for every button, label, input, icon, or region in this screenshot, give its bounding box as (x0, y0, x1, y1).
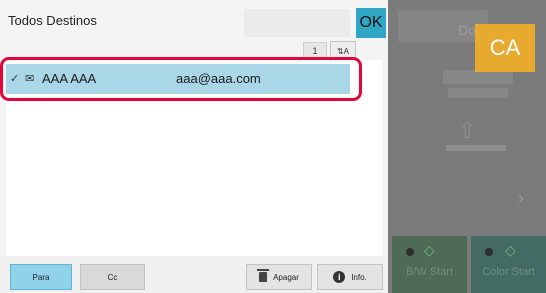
dialog-title: Todos Destinos (8, 13, 97, 28)
ghost-block (448, 88, 508, 98)
led-icon (485, 248, 493, 256)
ok-button[interactable]: OK (356, 8, 386, 38)
arrow-up-icon: ⇧ (458, 118, 477, 143)
ghost-label: Do (458, 22, 476, 38)
color-start-button[interactable]: ◇ Color Start (471, 236, 546, 293)
bw-start-label: B/W Start (405, 266, 454, 278)
delete-button[interactable]: Apagar (246, 264, 312, 290)
start-diamond-icon: ◇ (424, 242, 435, 258)
trash-icon (257, 269, 270, 282)
info-button[interactable]: i Info. (317, 264, 383, 290)
apagar-label: Apagar (273, 272, 299, 282)
para-label: Para (32, 272, 50, 282)
bw-start-button[interactable]: ◇ B/W Start (392, 236, 467, 293)
info-label: Info. (351, 272, 367, 282)
info-icon: i (333, 271, 346, 283)
clear-all-button[interactable]: CA (475, 24, 535, 72)
led-icon (406, 248, 414, 256)
chevron-right-icon: › (518, 188, 524, 208)
ghost-bar (446, 145, 506, 151)
highlight-frame (0, 57, 362, 101)
para-button[interactable]: Para (10, 264, 72, 290)
color-start-label: Color Start (482, 266, 535, 278)
screen: Do ⇧ › CA ◇ B/W Start ◇ Color Start Todo… (0, 0, 546, 293)
title-strip (244, 9, 350, 37)
destinations-dialog: Todos Destinos OK 1 ⇅A ✓ ✉ AAA AAA aaa@a… (0, 0, 388, 293)
cc-button[interactable]: Cc (80, 264, 145, 290)
start-diamond-icon: ◇ (505, 242, 516, 258)
cc-label: Cc (107, 272, 118, 282)
ghost-block (443, 70, 513, 84)
